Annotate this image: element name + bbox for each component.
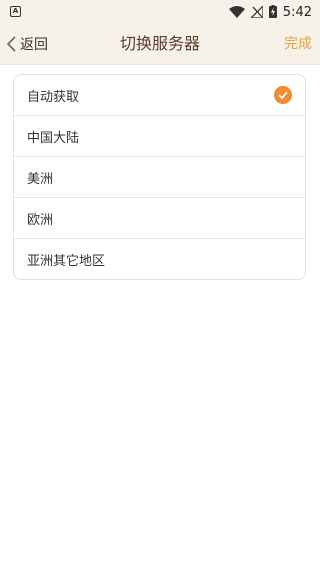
status-bar: A 5:42 [0, 0, 320, 24]
a-icon: A [10, 6, 21, 17]
server-option-label: 自动获取 [27, 89, 80, 105]
server-option-auto[interactable]: 自动获取 [14, 75, 305, 116]
server-option-americas[interactable]: 美洲 [14, 157, 305, 198]
status-time: 5:42 [282, 4, 312, 20]
battery-charging-icon [268, 3, 277, 22]
server-option-label: 美洲 [27, 171, 54, 187]
server-option-mainland-china[interactable]: 中国大陆 [14, 116, 305, 157]
done-button[interactable]: 完成 [284, 24, 312, 64]
server-option-europe[interactable]: 欧洲 [14, 198, 305, 239]
server-option-label: 亚洲其它地区 [27, 253, 106, 269]
server-option-label: 中国大陆 [27, 130, 80, 146]
server-list: 自动获取 中国大陆 美洲 欧洲 亚洲其它地区 [13, 74, 306, 280]
no-signal-icon [249, 3, 264, 22]
navigation-bar: 返回 切换服务器 完成 [0, 24, 320, 65]
server-option-other-asia[interactable]: 亚洲其它地区 [14, 239, 305, 279]
server-option-label: 欧洲 [27, 212, 54, 228]
page-title: 切换服务器 [119, 34, 200, 53]
wifi-icon [228, 3, 245, 22]
status-icons: 5:42 [223, 0, 312, 24]
check-icon [274, 86, 292, 104]
